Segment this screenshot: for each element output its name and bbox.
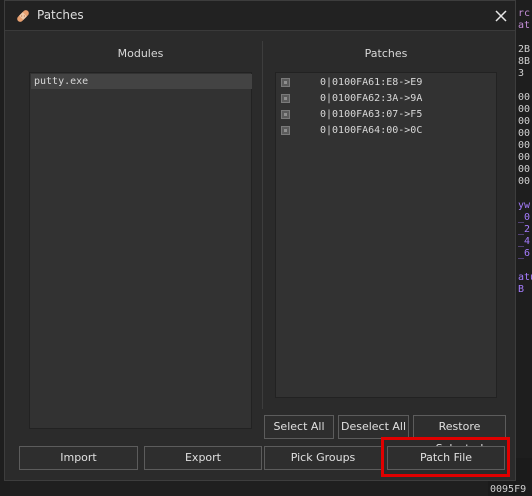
deselect-all-button[interactable]: Deselect All <box>338 415 409 439</box>
background-code-text: 00 <box>518 176 531 187</box>
background-code-text: 3 <box>518 68 525 79</box>
background-code-text: 00 <box>518 164 531 175</box>
background-code-text: 00 <box>518 152 531 163</box>
patch-row[interactable]: 0|0100FA63:07->F5 <box>276 107 494 123</box>
pick-groups-button[interactable]: Pick Groups <box>264 446 382 470</box>
import-button[interactable]: Import <box>19 446 138 470</box>
close-icon[interactable] <box>492 7 510 25</box>
export-button[interactable]: Export <box>144 446 262 470</box>
background-code-text: 00 <box>518 92 531 103</box>
patch-checkbox[interactable] <box>281 78 290 87</box>
background-code-text: at <box>518 20 531 31</box>
bandage-icon <box>17 10 29 22</box>
background-code-text: B <box>518 284 525 295</box>
background-code-text: rc <box>518 8 531 19</box>
patch-row[interactable]: 0|0100FA61:E8->E9 <box>276 75 494 91</box>
background-code-text: _6 <box>518 248 531 259</box>
modules-list[interactable]: putty.exe <box>29 72 252 429</box>
background-dump-text: 0095F9 <box>490 484 527 495</box>
background-code-text: 2B <box>518 44 531 55</box>
select-all-button[interactable]: Select All <box>264 415 334 439</box>
patches-label: Patches <box>364 47 408 60</box>
background-code-text: _2 <box>518 224 531 235</box>
background-code-text: 8B <box>518 56 531 67</box>
patch-row[interactable]: 0|0100FA64:00->0C <box>276 123 494 139</box>
restore-selected-button[interactable]: Restore Selected <box>413 415 506 455</box>
dialog-title: Patches <box>37 8 84 22</box>
patch-label: 0|0100FA61:E8->E9 <box>320 77 423 88</box>
patches-dialog: Patches Modules putty.exe Patches 0|0100… <box>4 0 516 481</box>
splitter[interactable] <box>262 41 263 409</box>
module-item-putty[interactable]: putty.exe <box>31 74 252 89</box>
background-code-text: 00 <box>518 128 531 139</box>
patch-checkbox[interactable] <box>281 110 290 119</box>
patch-label: 0|0100FA62:3A->9A <box>320 93 423 104</box>
patch-checkbox[interactable] <box>281 94 290 103</box>
background-code-text: yw <box>518 200 531 211</box>
background-code-text: 00 <box>518 140 531 151</box>
background-code-text: 00 <box>518 116 531 127</box>
patch-checkbox[interactable] <box>281 126 290 135</box>
patch-row[interactable]: 0|0100FA62:3A->9A <box>276 91 494 107</box>
background-code-panel: rcat2B8B30000000000000000yw_0_2_4_6atuB <box>516 0 532 496</box>
background-code-text: _4 <box>518 236 531 247</box>
patch-label: 0|0100FA64:00->0C <box>320 125 423 136</box>
title-bar: Patches <box>5 1 515 31</box>
background-code-text: _0 <box>518 212 531 223</box>
patch-file-button[interactable]: Patch File <box>387 446 505 470</box>
background-code-text: 00 <box>518 104 531 115</box>
patches-list[interactable]: 0|0100FA61:E8->E9 0|0100FA62:3A->9A 0|01… <box>275 72 497 398</box>
patch-label: 0|0100FA63:07->F5 <box>320 109 423 120</box>
background-code-text: atu <box>518 272 532 283</box>
modules-label: Modules <box>117 47 164 60</box>
